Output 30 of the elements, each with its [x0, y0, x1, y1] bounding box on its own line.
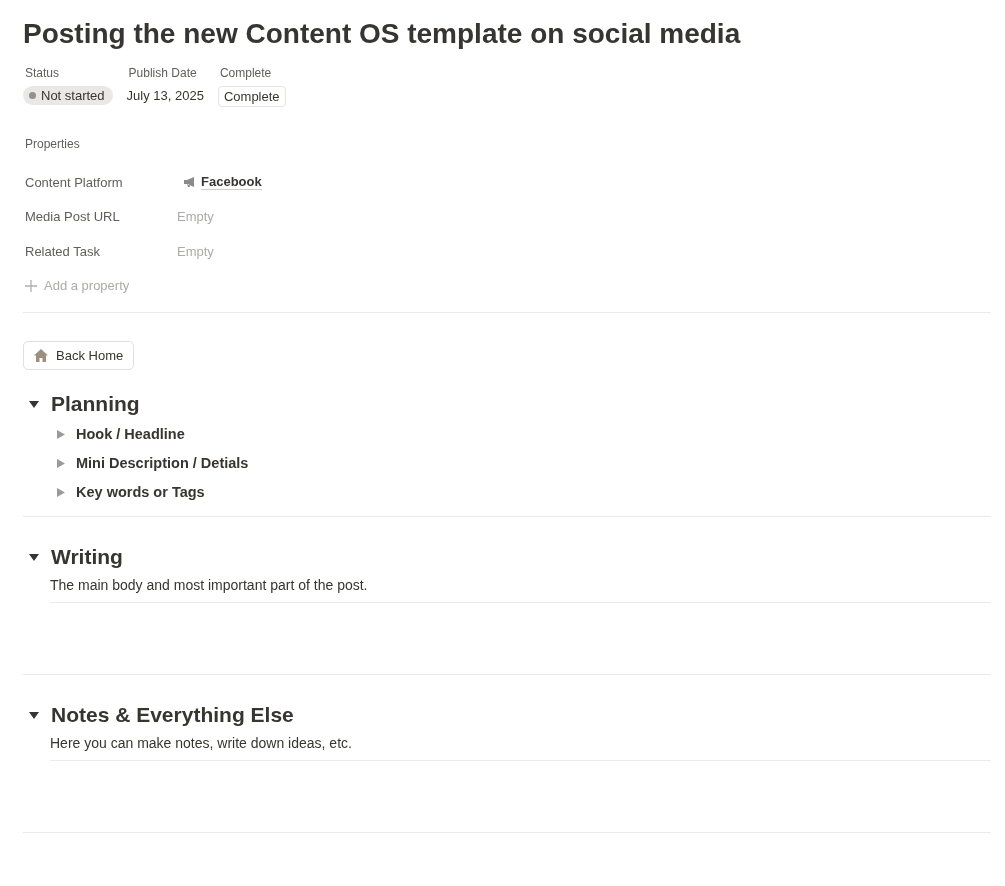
property-label: Complete: [218, 66, 272, 80]
megaphone-icon: [183, 176, 197, 189]
platform-link[interactable]: Facebook: [201, 174, 262, 191]
toggle-label[interactable]: Hook / Headline: [76, 426, 185, 442]
home-icon: [34, 348, 48, 362]
status-tag[interactable]: Not started: [23, 86, 113, 105]
properties-heading: Properties: [25, 137, 81, 151]
section-heading: Notes & Everything Else: [51, 701, 294, 728]
back-home-button[interactable]: Back Home: [23, 340, 135, 370]
property-label: Content Platform: [24, 174, 124, 190]
property-label: Publish Date: [127, 66, 197, 80]
property-label: Media Post URL: [24, 209, 121, 225]
property-label: Status: [24, 66, 60, 80]
section-heading: Planning: [51, 390, 140, 417]
page-title: Posting the new Content OS template on social media: [23, 17, 742, 51]
date-value[interactable]: July 13, 2025: [126, 86, 204, 105]
section-heading: Writing: [51, 543, 123, 570]
toggle-label[interactable]: Mini Description / Detials: [76, 455, 249, 471]
toggle-icon[interactable]: [57, 429, 65, 439]
section-text: The main body and most important part of the post.: [50, 576, 369, 593]
toggle-icon[interactable]: [29, 551, 39, 562]
complete-button[interactable]: Complete: [217, 86, 286, 107]
plus-icon: [25, 279, 37, 292]
toggle-label[interactable]: Key words or Tags: [76, 484, 205, 500]
toggle-icon[interactable]: [29, 398, 39, 409]
property-label: Related Task: [24, 243, 101, 259]
toggle-icon[interactable]: [29, 709, 39, 720]
toggle-icon[interactable]: [57, 458, 65, 468]
toggle-icon[interactable]: [57, 487, 65, 497]
section-text: Here you can make notes, write down ideas, etc.: [50, 734, 353, 751]
